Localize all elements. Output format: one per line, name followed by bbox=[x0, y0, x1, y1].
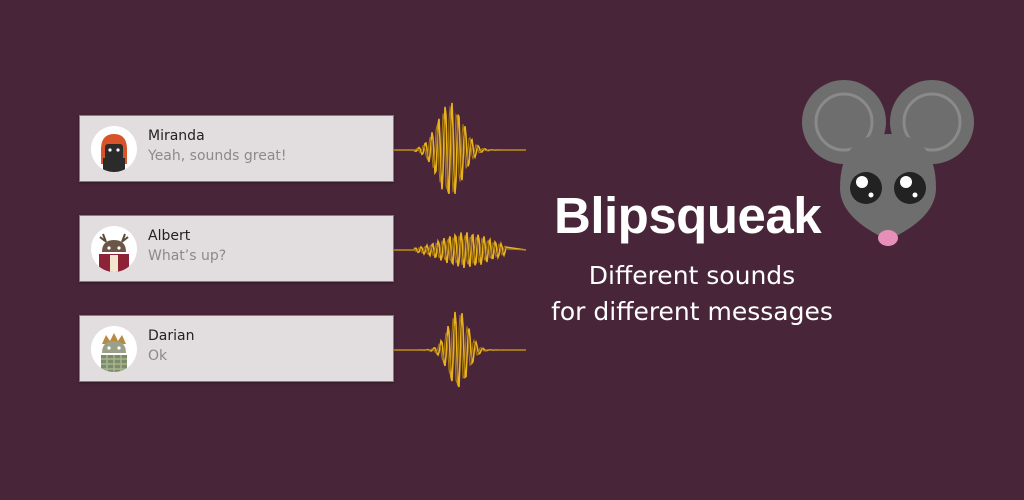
notification-card-darian[interactable]: Darian Ok bbox=[79, 315, 394, 382]
sender-name: Darian bbox=[148, 328, 195, 344]
app-tagline: Different sounds for different messages bbox=[534, 258, 850, 330]
sound-wave-icon bbox=[394, 102, 526, 195]
robot-avatar-spiky-hair-icon bbox=[91, 326, 137, 372]
notification-card-miranda[interactable]: Miranda Yeah, sounds great! bbox=[79, 115, 394, 182]
sound-wave-icon bbox=[394, 311, 526, 388]
mouse-mascot-icon bbox=[802, 80, 974, 246]
message-preview: Yeah, sounds great! bbox=[148, 148, 287, 164]
notification-card-albert[interactable]: Albert What’s up? bbox=[79, 215, 394, 282]
sender-name: Miranda bbox=[148, 128, 205, 144]
sender-name: Albert bbox=[148, 228, 191, 244]
tagline-line-1: Different sounds bbox=[588, 261, 796, 290]
robot-avatar-red-hair-icon bbox=[91, 126, 137, 172]
tagline-line-2: for different messages bbox=[551, 297, 833, 326]
message-preview: What’s up? bbox=[148, 248, 227, 264]
app-title: Blipsqueak bbox=[554, 187, 822, 244]
message-preview: Ok bbox=[148, 348, 168, 364]
sound-wave-icon bbox=[394, 232, 526, 269]
robot-avatar-antlers-icon bbox=[91, 226, 137, 272]
